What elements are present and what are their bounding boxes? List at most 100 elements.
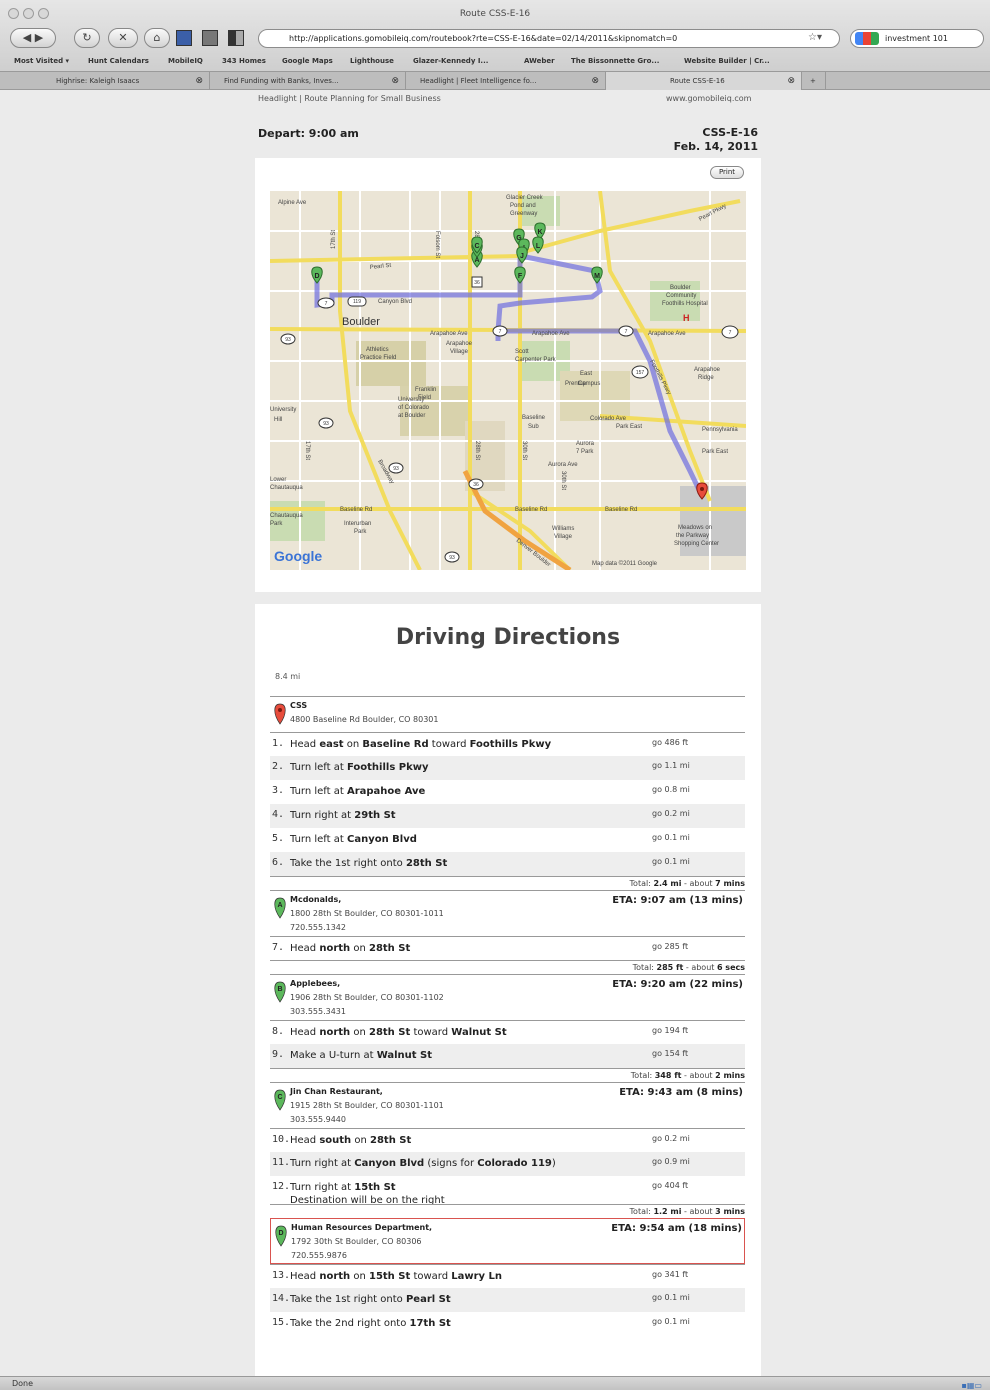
bookmark-item[interactable]: Google Maps	[282, 57, 333, 65]
search-box[interactable]: investment 101	[850, 29, 984, 48]
svg-text:Arapahoe Ave: Arapahoe Ave	[532, 331, 570, 337]
tab-close-icon[interactable]: ⊗	[787, 72, 795, 90]
step-instruction: Head north on 28th St	[290, 943, 411, 954]
svg-text:36: 36	[474, 280, 480, 286]
tab-close-icon[interactable]: ⊗	[391, 72, 399, 90]
bookmark-item[interactable]: Hunt Calendars	[88, 57, 149, 65]
step-instruction: Make a U-turn at Walnut St	[290, 1050, 433, 1061]
bookmark-item[interactable]: Glazer-Kennedy I...	[413, 57, 488, 65]
close-window-icon[interactable]	[8, 8, 19, 19]
svg-text:Baseline: Baseline	[522, 415, 546, 421]
bookmark-item[interactable]: AWeber	[524, 57, 555, 65]
search-text[interactable]: investment 101	[885, 34, 948, 43]
svg-text:Lower: Lower	[270, 477, 286, 483]
tab-headlight[interactable]: Headlight | Fleet Intelligence fo... ⊗	[406, 72, 606, 90]
svg-text:Sub: Sub	[528, 424, 539, 430]
bookmark-item[interactable]: 343 Homes	[222, 57, 266, 65]
star-bookmark-icon[interactable]: ☆▾	[808, 32, 822, 43]
bookmarks-bar: Most Visited ▾ Hunt Calendars MobileIQ 3…	[0, 55, 990, 69]
svg-text:A: A	[277, 902, 282, 909]
bookmark-item[interactable]: MobileIQ	[168, 57, 203, 65]
bookmarks-panel-icon[interactable]	[176, 30, 192, 46]
svg-text:93: 93	[449, 555, 455, 561]
printer-icon[interactable]	[202, 30, 218, 46]
svg-text:Williams: Williams	[552, 526, 574, 532]
url-text[interactable]: http://applications.gomobileiq.com/route…	[289, 34, 677, 43]
step-number: 3.	[272, 785, 285, 796]
svg-text:Scott: Scott	[515, 349, 529, 355]
tab-find-funding[interactable]: Find Funding with Banks, Inves... ⊗	[210, 72, 406, 90]
svg-text:Shopping Center: Shopping Center	[674, 541, 719, 547]
campus-area	[560, 371, 630, 421]
svg-text:C: C	[277, 1094, 282, 1101]
svg-text:of Colorado: of Colorado	[398, 405, 430, 411]
reload-button[interactable]: ↻	[74, 28, 100, 48]
bookmark-item[interactable]: Most Visited ▾	[14, 57, 69, 65]
back-arrow-icon: ◀ ▶	[22, 31, 44, 44]
tab-close-icon[interactable]: ⊗	[591, 72, 599, 90]
zoom-window-icon[interactable]	[38, 8, 49, 19]
bookmark-item[interactable]: Website Builder | Cr...	[684, 57, 770, 65]
svg-text:A: A	[474, 257, 479, 264]
direction-step: 13. Head north on 15th St toward Lawry Ln…	[270, 1264, 745, 1288]
stop-address: 1915 28th St Boulder, CO 80301-1101	[290, 1101, 444, 1110]
svg-text:Baseline Rd: Baseline Rd	[605, 507, 637, 513]
site-header-right[interactable]: www.gomobileiq.com	[666, 94, 751, 103]
step-number: 6.	[272, 857, 285, 868]
svg-text:University: University	[270, 407, 296, 413]
print-button[interactable]: Print	[710, 166, 744, 179]
direction-step: 8. Head north on 28th St toward Walnut St…	[270, 1020, 745, 1044]
bookmark-item[interactable]: The Bissonnette Gro...	[571, 57, 659, 65]
stop-name: Jin Chan Restaurant,	[290, 1087, 383, 1096]
stop-address: 1800 28th St Boulder, CO 80301-1011	[290, 909, 444, 918]
google-logo[interactable]: Google	[274, 548, 322, 564]
step-distance: go 0.1 mi	[652, 1293, 690, 1302]
total-distance: 8.4 mi	[275, 672, 301, 681]
stop-icon: ✕	[118, 31, 128, 44]
map-canvas[interactable]: Alpine Ave Pearl St Canyon Blvd Arapahoe…	[270, 191, 746, 570]
tab-close-icon[interactable]: ⊗	[195, 72, 203, 90]
status-addon-icons[interactable]: ▪▦▭	[961, 1379, 982, 1390]
step-number: 13.	[272, 1270, 291, 1281]
screenshot-icon[interactable]	[228, 30, 244, 46]
new-tab-button[interactable]: +	[804, 72, 826, 90]
stop-pin-icon: D	[274, 1225, 288, 1251]
stop-stopC: C Jin Chan Restaurant, 1915 28th St Boulde…	[270, 1082, 745, 1128]
step-number: 15.	[272, 1317, 291, 1328]
address-bar[interactable]: http://applications.gomobileiq.com/route…	[258, 29, 840, 48]
tab-highrise[interactable]: Highrise: Kaleigh Isaacs ⊗	[20, 72, 210, 90]
bookmark-item[interactable]: Lighthouse	[350, 57, 394, 65]
status-text: Done	[12, 1379, 34, 1388]
stop-address: 1792 30th St Boulder, CO 80306	[291, 1237, 422, 1246]
step-distance: go 154 ft	[652, 1049, 689, 1058]
svg-text:Aurora: Aurora	[576, 441, 595, 447]
segment-total: Total: 285 ft - about 6 secs	[270, 960, 745, 974]
svg-text:17th St: 17th St	[331, 230, 337, 249]
step-number: 7.	[272, 942, 285, 953]
svg-text:28th St: 28th St	[474, 441, 480, 460]
reload-icon: ↻	[82, 31, 92, 44]
step-instruction: Head north on 28th St toward Walnut St	[290, 1027, 507, 1038]
navigation-toolbar: ◀ ▶ ↻ ✕ ⌂ http://applications.gomobileiq…	[0, 26, 990, 52]
stop-button[interactable]: ✕	[108, 28, 138, 48]
svg-text:K: K	[537, 229, 542, 236]
step-instruction: Turn left at Foothills Pkwy	[290, 762, 429, 773]
svg-text:Hill: Hill	[274, 417, 282, 423]
stop-start: CSS 4800 Baseline Rd Boulder, CO 80301	[270, 696, 745, 732]
svg-text:Ridge: Ridge	[698, 375, 714, 381]
svg-text:Pond and: Pond and	[510, 203, 536, 209]
svg-text:7: 7	[325, 301, 328, 307]
stop-phone: 303.555.3431	[290, 1007, 346, 1016]
map-street-label: Alpine Ave	[278, 200, 307, 206]
tab-route[interactable]: Route CSS-E-16 ⊗	[606, 72, 802, 90]
svg-text:157: 157	[636, 370, 645, 376]
home-button[interactable]: ⌂	[144, 28, 170, 48]
route-map[interactable]: Alpine Ave Pearl St Canyon Blvd Arapahoe…	[270, 191, 746, 570]
direction-step: 12. Turn right at 15th St Destination will…	[270, 1176, 745, 1206]
tab-strip: Highrise: Kaleigh Isaacs ⊗ Find Funding w…	[0, 71, 990, 90]
search-engine-icon[interactable]	[855, 32, 879, 45]
minimize-window-icon[interactable]	[23, 8, 34, 19]
stop-pin-icon: A	[273, 897, 287, 923]
stop-address: 4800 Baseline Rd Boulder, CO 80301	[290, 715, 439, 724]
back-forward-button[interactable]: ◀ ▶	[10, 28, 56, 48]
